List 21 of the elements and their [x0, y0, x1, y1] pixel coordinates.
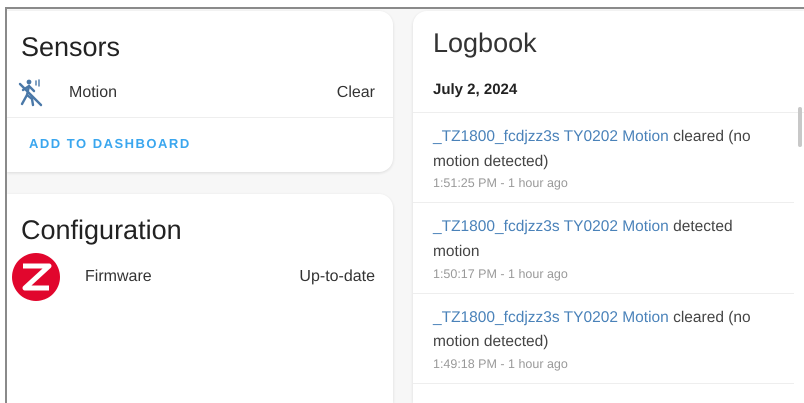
card-title: Sensors	[20, 31, 122, 64]
entity-name: Motion	[69, 83, 118, 104]
date-heading: July 2, 2024	[413, 79, 804, 113]
motion-sensor-icon	[17, 78, 45, 108]
entity-name: Firmware	[85, 266, 153, 287]
log-message: _TZ1800_fcdjzz3s TY0202 Motion detected motion	[433, 217, 734, 262]
entity-state: Up-to-date	[299, 266, 375, 287]
entity-state: Clear	[336, 83, 375, 104]
card-title: Logbook	[432, 27, 538, 60]
log-time: 1:49:18 PM - 1 hour ago	[433, 356, 569, 374]
log-message: _TZ1800_fcdjzz3s TY0202 Motion cleared (no motion detected)	[433, 308, 752, 352]
entity-link[interactable]: _TZ1800_fcdjzz3s TY0202 Motion	[433, 308, 669, 326]
card-title: Configuration	[20, 214, 183, 248]
entity-link[interactable]: _TZ1800_fcdjzz3s TY0202 Motion	[433, 218, 669, 236]
zigbee-logo-icon	[11, 252, 61, 302]
log-time: 1:50:17 PM - 1 hour ago	[433, 266, 569, 283]
add-to-dashboard-button[interactable]: ADD TO DASHBOARD	[29, 134, 191, 154]
log-message: _TZ1800_fcdjzz3s TY0202 Motion cleared (no motion detected)	[433, 126, 752, 172]
scrollbar[interactable]	[798, 107, 802, 147]
entity-link[interactable]: _TZ1800_fcdjzz3s TY0202 Motion	[433, 128, 669, 145]
log-time: 1:51:25 PM - 1 hour ago	[433, 175, 569, 192]
